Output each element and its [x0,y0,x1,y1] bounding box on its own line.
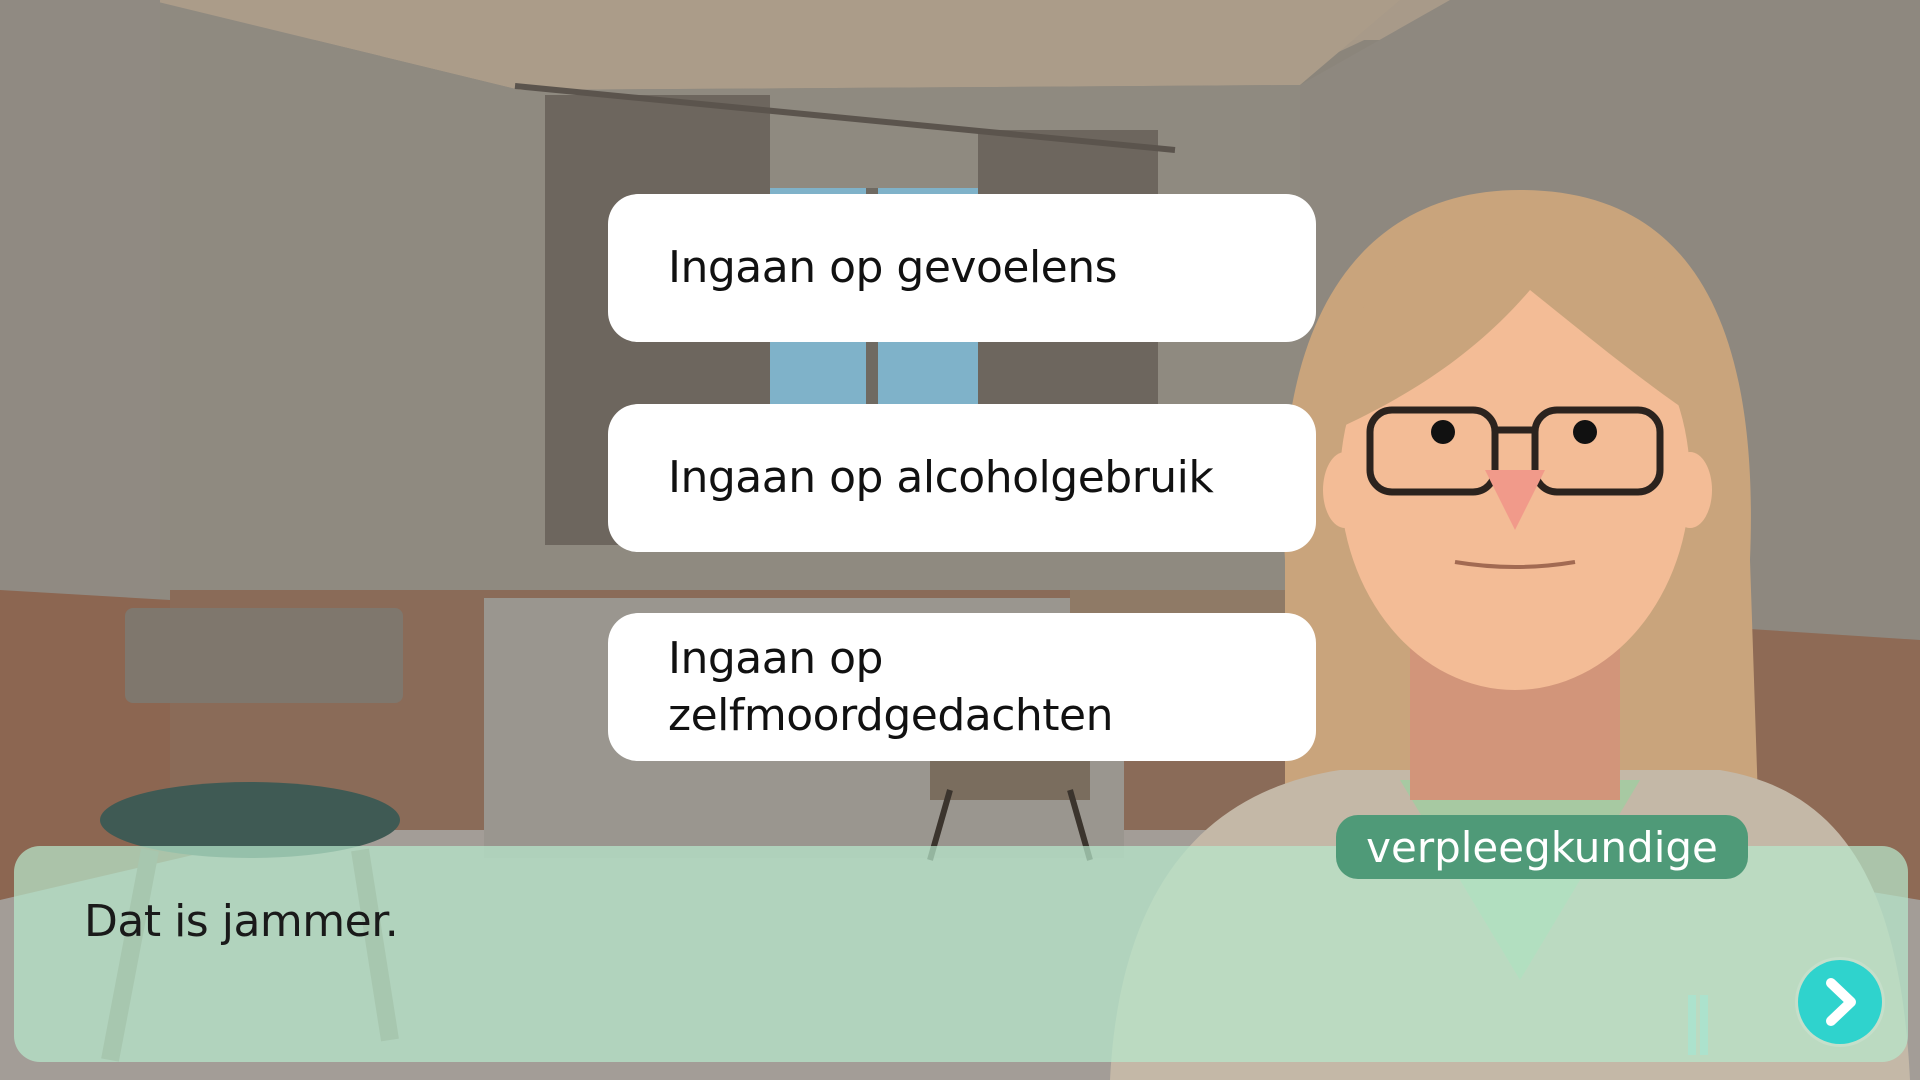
dialog-text: Dat is jammer. [84,896,399,947]
choice-label: Ingaan op zelfmoordgedachten [668,632,1114,741]
choice-label: Ingaan op alcoholgebruik [668,452,1214,504]
choice-button-alcohol[interactable]: Ingaan op alcoholgebruik [608,404,1316,552]
left-wall [0,0,160,630]
choice-label: Ingaan op gevoelens [668,242,1118,294]
next-button[interactable] [1798,960,1882,1044]
choice-button-suicidal-thoughts[interactable]: Ingaan op zelfmoordgedachten [608,613,1316,761]
choice-button-feelings[interactable]: Ingaan op gevoelens [608,194,1316,342]
chair-back [125,608,403,703]
speaker-name-tag: verpleegkundige [1336,815,1748,879]
chevron-right-icon [1826,978,1856,1026]
